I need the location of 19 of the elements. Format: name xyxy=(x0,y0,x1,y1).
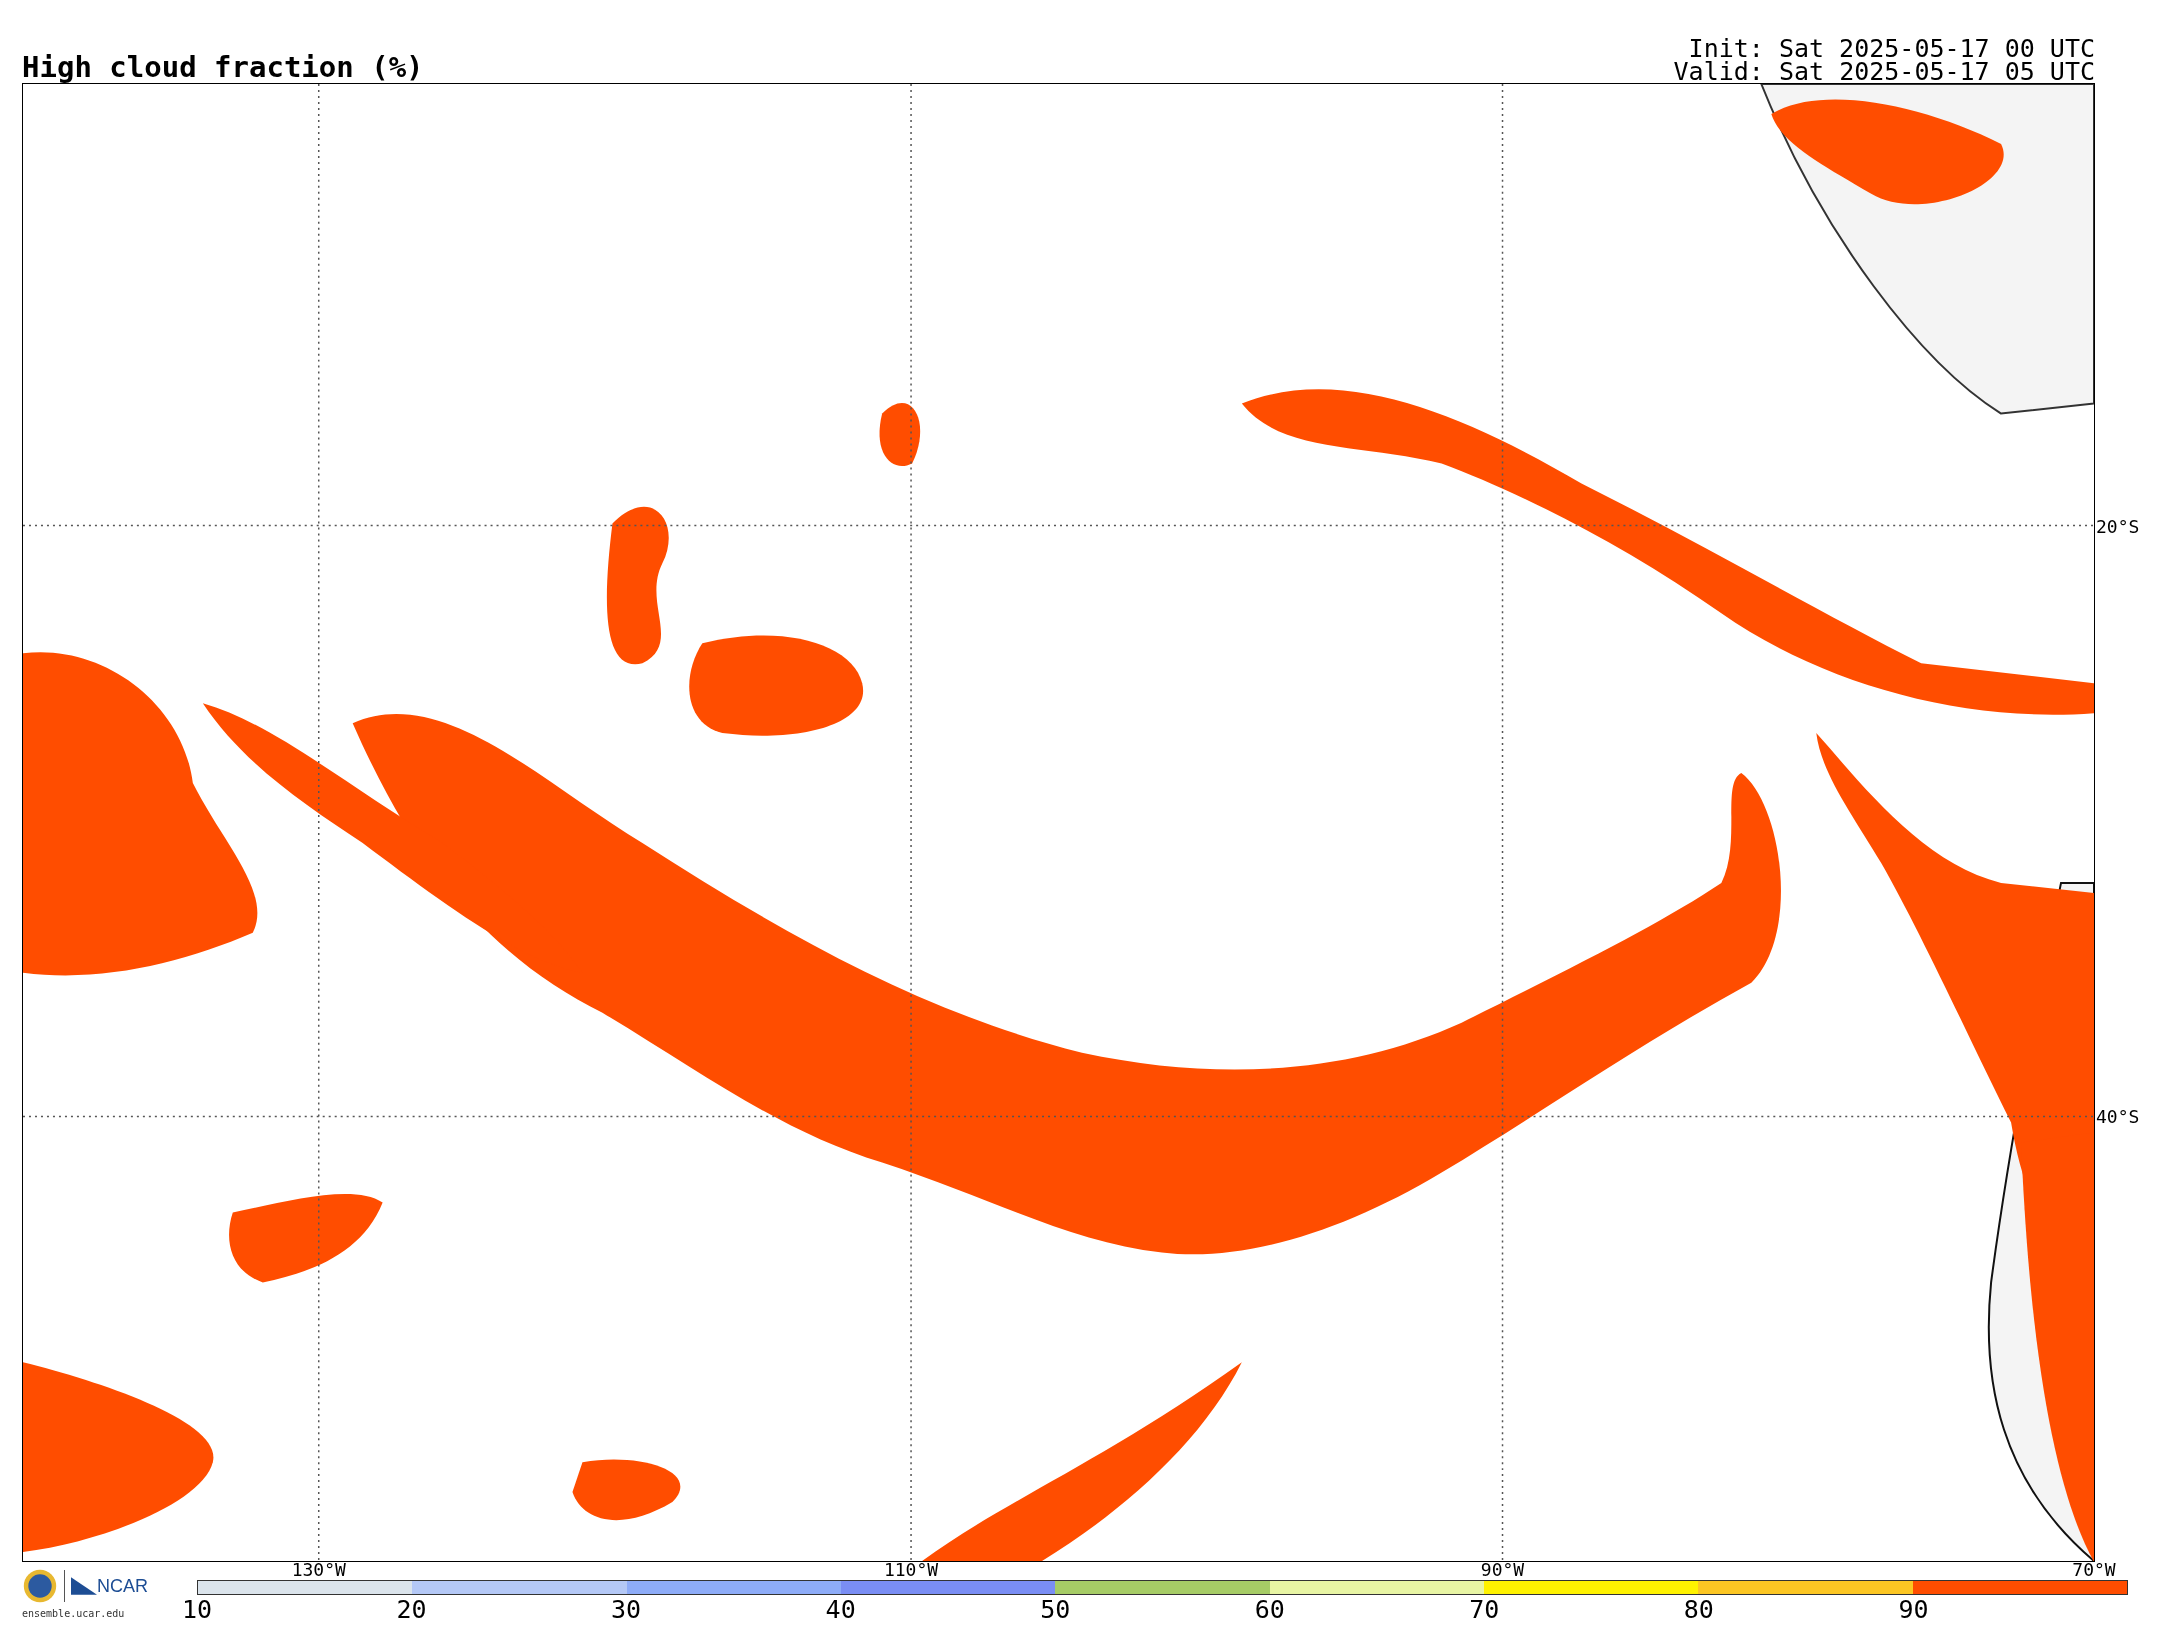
colorbar-tick-label: 70 xyxy=(1469,1595,1500,1625)
chart-title: High cloud fraction (%) xyxy=(22,51,424,83)
longitude-label: 90°W xyxy=(1480,1561,1525,1579)
longitude-label: 110°W xyxy=(883,1561,939,1579)
org-name: NCAR xyxy=(97,1575,148,1597)
colorbar-tick-label: 10 xyxy=(181,1595,213,1625)
valid-time: Valid: Sat 2025-05-17 05 UTC xyxy=(1673,60,2095,83)
colorbar-tick-label: 30 xyxy=(611,1595,642,1625)
colorbar-tick-label: 20 xyxy=(396,1595,427,1625)
longitude-label: 70°W xyxy=(2072,1561,2116,1579)
colorbar-tick-label: 40 xyxy=(825,1595,856,1625)
colorbar-tick-label: 60 xyxy=(1254,1595,1285,1625)
colorbar-tick-label: 90 xyxy=(1898,1595,1929,1625)
colorbar-tick-label: 80 xyxy=(1683,1595,1714,1625)
longitude-label: 130°W xyxy=(291,1561,346,1579)
globe-logo-icon xyxy=(22,1568,58,1604)
colorbar-tick-label: 50 xyxy=(1040,1595,1071,1625)
init-time: Init: Sat 2025-05-17 00 UTC xyxy=(1688,37,2095,60)
triangle-logo-icon xyxy=(71,1577,97,1595)
